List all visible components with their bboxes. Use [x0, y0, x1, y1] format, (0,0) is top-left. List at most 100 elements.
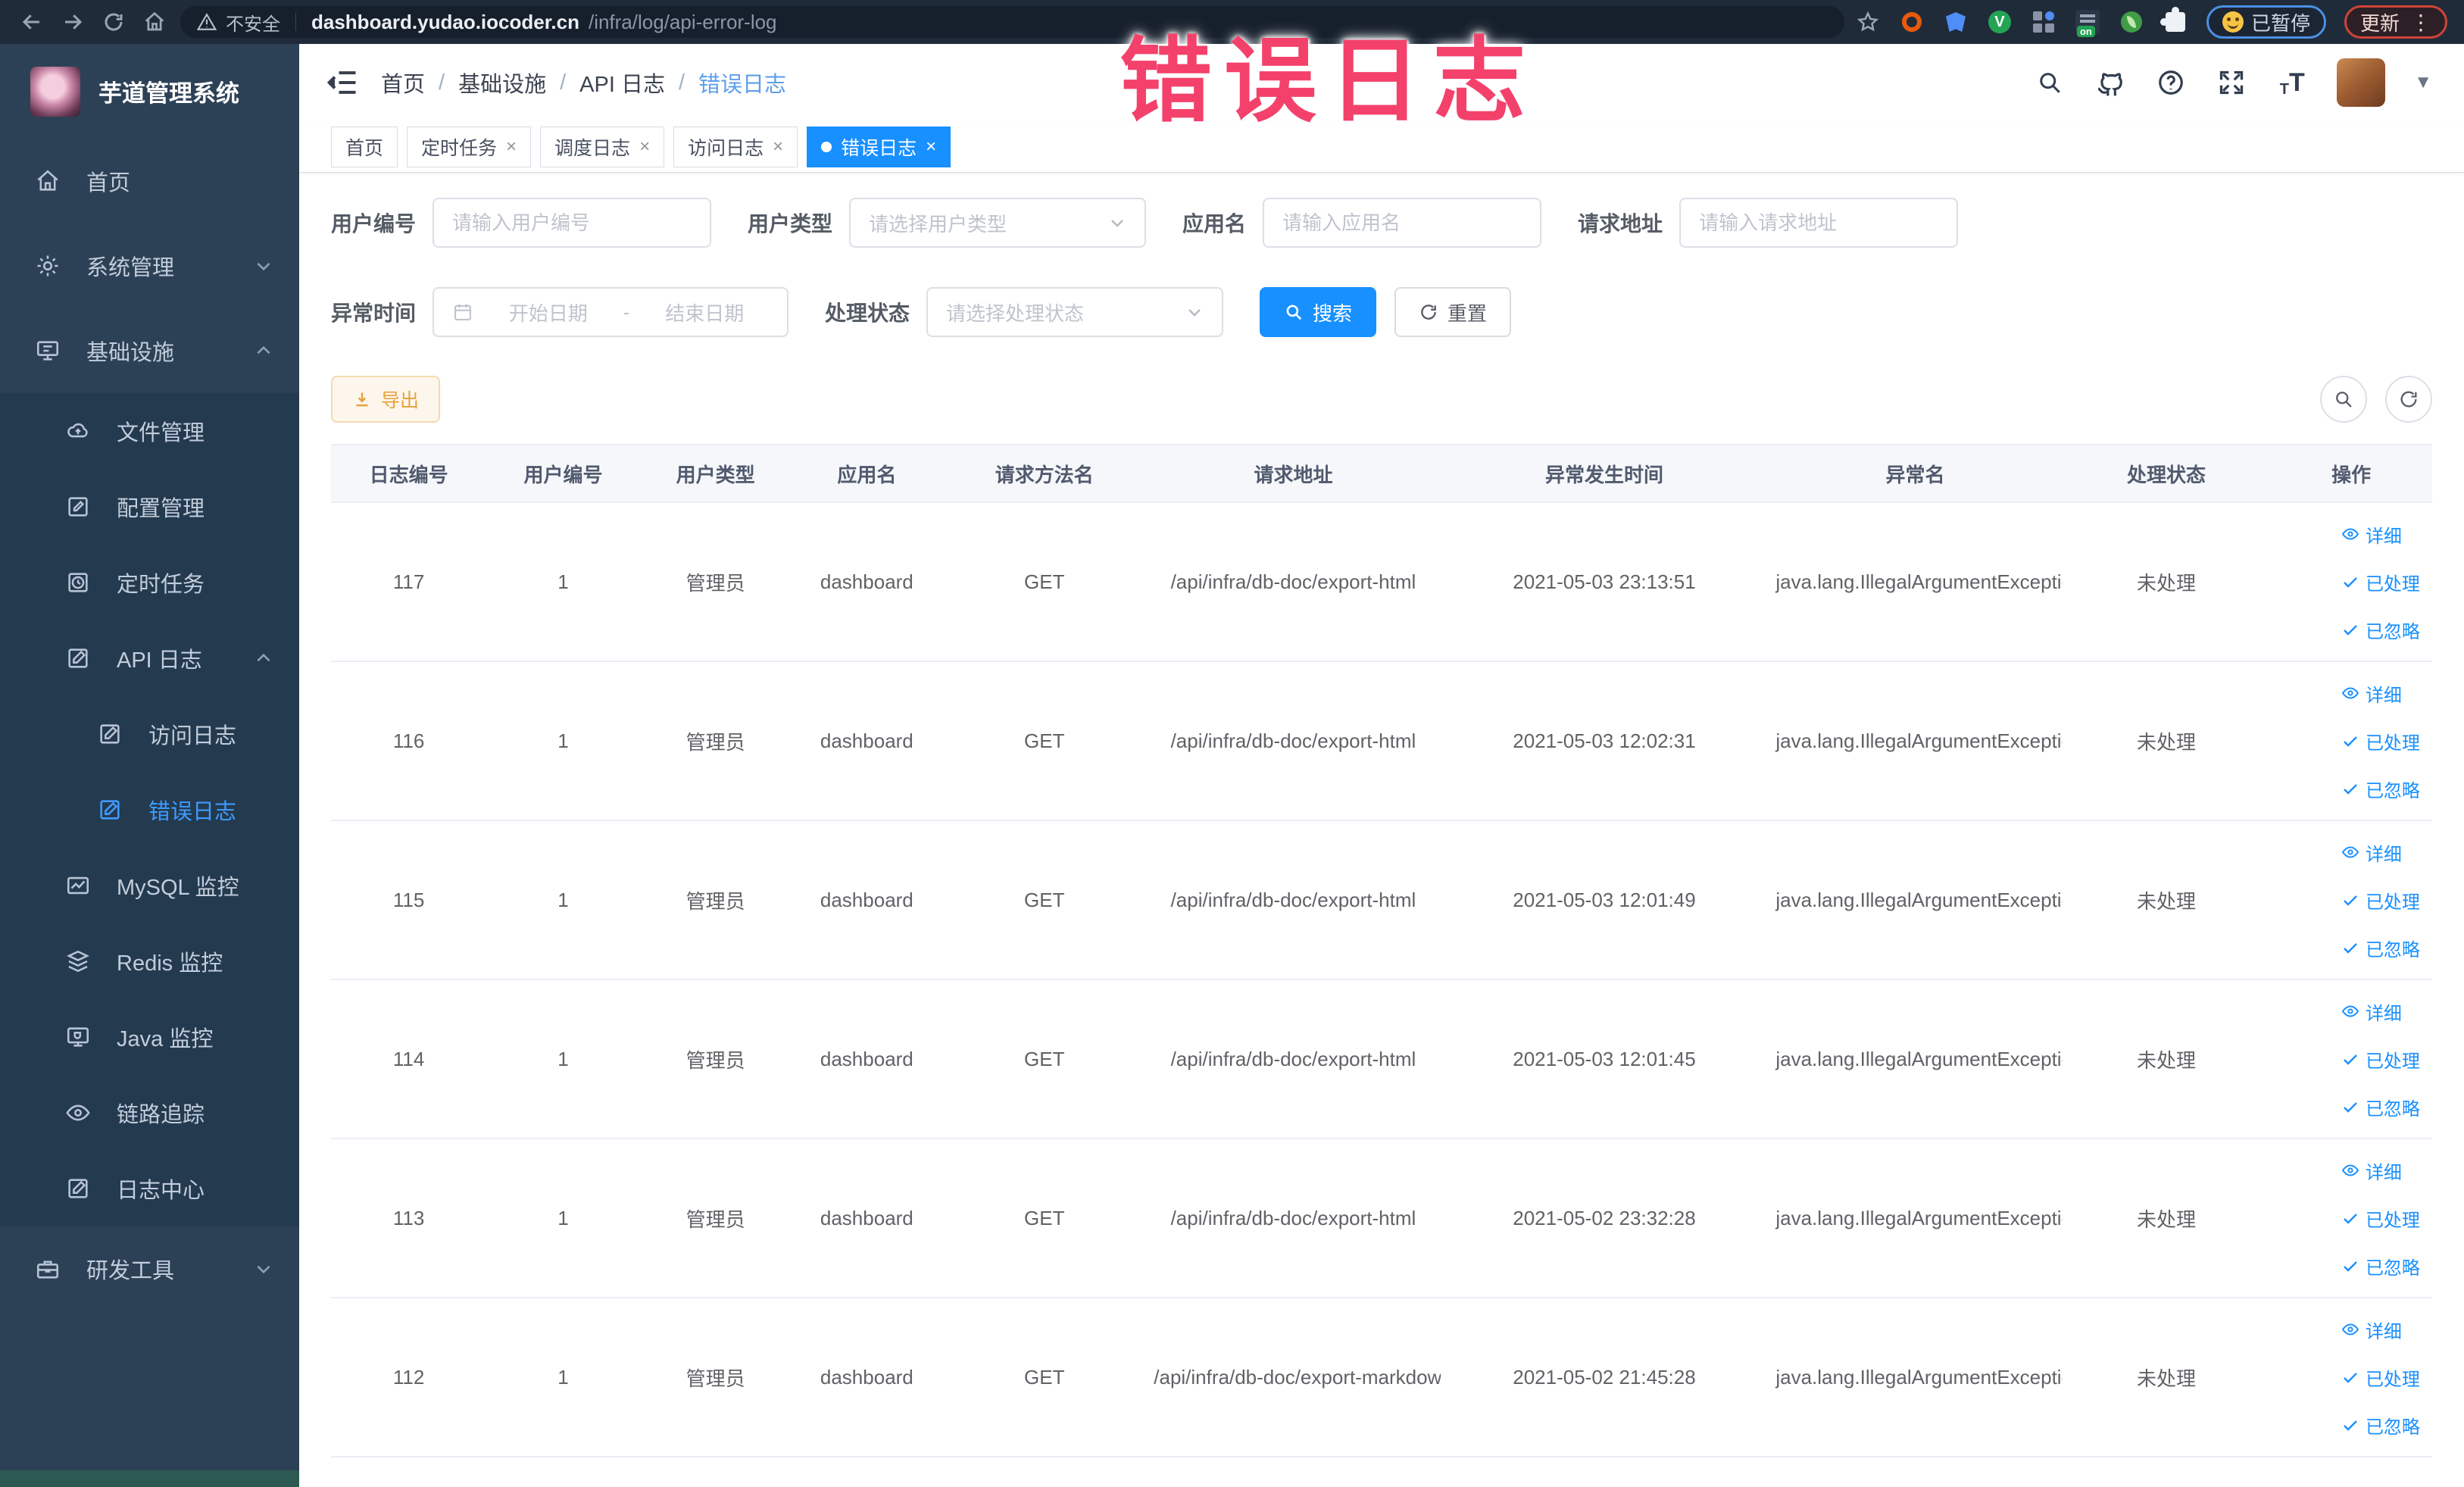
home-icon[interactable]: [139, 7, 170, 37]
detail-link[interactable]: 详细: [2341, 521, 2402, 548]
sidebar-item-system[interactable]: 系统管理: [0, 223, 299, 308]
sidebar-item-file-mgmt[interactable]: 文件管理: [0, 393, 299, 469]
address-bar[interactable]: 不安全 dashboard.yudao.iocoder.cn/infra/log…: [180, 6, 1844, 38]
mark-processed-link[interactable]: 已处理: [2341, 1046, 2420, 1073]
sidebar-item-tracing[interactable]: 链路追踪: [0, 1075, 299, 1151]
mark-ignored-link[interactable]: 已忽略: [2341, 1253, 2420, 1279]
sidebar-bottom-strip: [0, 1470, 299, 1487]
table-row[interactable]: 115 1 管理员 dashboard GET /api/infra/db-do…: [331, 821, 2432, 980]
user-id-input[interactable]: [433, 198, 712, 248]
security-label[interactable]: 不安全: [226, 9, 280, 36]
user-avatar[interactable]: [2337, 58, 2386, 107]
tab-schedule-log[interactable]: 调度日志 ×: [540, 126, 665, 167]
close-icon[interactable]: ×: [773, 136, 783, 158]
date-range-picker[interactable]: 开始日期 - 结束日期: [433, 287, 789, 337]
url-path[interactable]: /infra/log/api-error-log: [589, 11, 777, 34]
tab-home[interactable]: 首页: [331, 126, 398, 167]
sidebar-item-infra[interactable]: 基础设施: [0, 308, 299, 393]
sidebar-item-dev-tools[interactable]: 研发工具: [0, 1226, 299, 1311]
github-icon[interactable]: [2094, 67, 2126, 98]
sidebar-item-cron-jobs[interactable]: 定时任务: [0, 545, 299, 620]
mark-processed-link[interactable]: 已处理: [2341, 887, 2420, 914]
sidebar-item-redis-monitor[interactable]: Redis 监控: [0, 923, 299, 999]
search-icon[interactable]: [2034, 67, 2066, 98]
end-date-placeholder[interactable]: 结束日期: [640, 298, 769, 326]
tab-cron-jobs[interactable]: 定时任务 ×: [407, 126, 532, 167]
reset-button[interactable]: 重置: [1394, 287, 1512, 337]
detail-link[interactable]: 详细: [2341, 998, 2402, 1025]
reload-icon[interactable]: [98, 7, 129, 37]
request-url-input-field[interactable]: [1699, 211, 1939, 235]
refresh-table-button[interactable]: [2385, 376, 2432, 423]
screen: 不安全 dashboard.yudao.iocoder.cn/infra/log…: [0, 0, 2464, 1487]
export-button[interactable]: 导出: [331, 376, 441, 423]
breadcrumb-home[interactable]: 首页: [381, 67, 425, 98]
tab-error-log[interactable]: 错误日志 ×: [807, 126, 951, 167]
close-icon[interactable]: ×: [639, 136, 650, 158]
mark-ignored-link[interactable]: 已忽略: [2341, 617, 2420, 643]
sidebar-item-config-mgmt[interactable]: 配置管理: [0, 469, 299, 545]
table-row[interactable]: 113 1 管理员 dashboard GET /api/infra/db-do…: [331, 1139, 2432, 1298]
process-status-select[interactable]: 请选择处理状态: [926, 287, 1224, 337]
mark-ignored-link[interactable]: 已忽略: [2341, 1412, 2420, 1439]
filter-row-2: 异常时间 开始日期 - 结束日期 处理状态 请选择处理状态 搜索 重置: [331, 286, 2432, 338]
close-icon[interactable]: ×: [506, 136, 517, 158]
mark-processed-link[interactable]: 已处理: [2341, 728, 2420, 754]
filter-row-1: 用户编号 用户类型 请选择用户类型 应用名 请求地址: [331, 197, 2432, 248]
table-row[interactable]: 117 1 管理员 dashboard GET /api/infra/db-do…: [331, 503, 2432, 662]
mark-ignored-link[interactable]: 已忽略: [2341, 935, 2420, 961]
extension-on-badge-icon[interactable]: on: [2075, 9, 2100, 37]
browser-menu-icon[interactable]: ⋮: [2410, 10, 2431, 35]
avatar-caret-icon[interactable]: ▼: [2414, 72, 2432, 93]
help-icon[interactable]: [2155, 67, 2187, 98]
search-button[interactable]: 搜索: [1260, 287, 1377, 337]
forward-icon[interactable]: [58, 7, 88, 37]
extensions-puzzle-icon[interactable]: [2160, 7, 2188, 35]
sidebar-item-error-log[interactable]: 错误日志: [0, 772, 299, 848]
detail-link[interactable]: 详细: [2341, 680, 2402, 707]
extension-sprout-icon[interactable]: [2119, 9, 2144, 35]
detail-link[interactable]: 详细: [2341, 1157, 2402, 1184]
extension-grid-icon[interactable]: [2031, 9, 2056, 35]
sidebar-fold-icon[interactable]: [326, 66, 360, 99]
hide-search-button[interactable]: [2320, 376, 2367, 423]
extension-shield-icon[interactable]: [1943, 9, 1969, 35]
extension-green-v-icon[interactable]: V: [1987, 9, 2013, 35]
table-row[interactable]: 114 1 管理员 dashboard GET /api/infra/db-do…: [331, 980, 2432, 1139]
detail-link[interactable]: 详细: [2341, 1317, 2402, 1343]
sidebar-item-home[interactable]: 首页: [0, 139, 299, 223]
mark-processed-link[interactable]: 已处理: [2341, 569, 2420, 595]
breadcrumb-infra[interactable]: 基础设施: [458, 67, 546, 98]
url-host[interactable]: dashboard.yudao.iocoder.cn: [311, 11, 579, 34]
back-icon[interactable]: [17, 7, 47, 37]
mark-processed-link[interactable]: 已处理: [2341, 1364, 2420, 1391]
sidebar-item-java-monitor[interactable]: Java 监控: [0, 999, 299, 1075]
tab-access-log[interactable]: 访问日志 ×: [673, 126, 798, 167]
fullscreen-icon[interactable]: [2216, 67, 2247, 98]
sidebar-item-api-log[interactable]: API 日志: [0, 620, 299, 696]
user-type-select[interactable]: 请选择用户类型: [849, 198, 1147, 248]
mark-ignored-link[interactable]: 已忽略: [2341, 1094, 2420, 1120]
user-id-input-field[interactable]: [452, 211, 692, 235]
mark-ignored-link[interactable]: 已忽略: [2341, 776, 2420, 802]
close-icon[interactable]: ×: [926, 136, 936, 158]
sidebar-item-mysql-monitor[interactable]: MySQL 监控: [0, 848, 299, 923]
logo-row[interactable]: 芋道管理系统: [0, 44, 299, 139]
app-name-input-field[interactable]: [1282, 211, 1522, 235]
table-row[interactable]: 116 1 管理员 dashboard GET /api/infra/db-do…: [331, 662, 2432, 821]
start-date-placeholder[interactable]: 开始日期: [484, 298, 613, 326]
breadcrumb-api-log[interactable]: API 日志: [579, 67, 665, 98]
font-size-icon[interactable]: TT: [2276, 67, 2308, 98]
mark-processed-link[interactable]: 已处理: [2341, 1205, 2420, 1232]
paused-badge[interactable]: 已暂停: [2206, 5, 2326, 39]
detail-link[interactable]: 详细: [2341, 839, 2402, 866]
request-url-input[interactable]: [1679, 198, 1959, 248]
sidebar-item-access-log[interactable]: 访问日志: [0, 696, 299, 772]
extension-orange-icon[interactable]: [1899, 9, 1925, 35]
bookmark-star-icon[interactable]: [1855, 9, 1881, 35]
logo-avatar: [30, 66, 80, 117]
app-name-input[interactable]: [1263, 198, 1542, 248]
sidebar-item-log-center[interactable]: 日志中心: [0, 1151, 299, 1226]
table-row[interactable]: 112 1 管理员 dashboard GET /api/infra/db-do…: [331, 1298, 2432, 1457]
update-button[interactable]: 更新 ⋮: [2344, 5, 2447, 39]
